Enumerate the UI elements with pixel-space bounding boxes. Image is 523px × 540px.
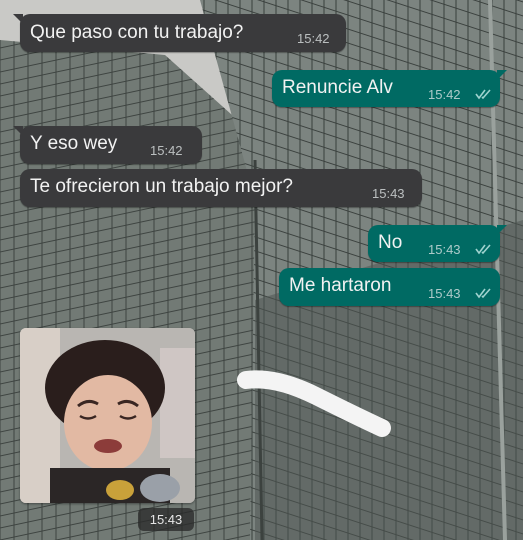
message-time: 15:43 — [372, 186, 405, 201]
message-text: No — [378, 232, 403, 253]
message-text: Te ofrecieron un trabajo mejor? — [30, 176, 293, 197]
double-check-icon — [475, 89, 491, 100]
double-check-icon — [475, 288, 491, 299]
message-time: 15:42 — [297, 31, 330, 46]
message-bubble-incoming[interactable]: Que paso con tu trabajo? 15:42 — [13, 14, 346, 52]
message-time: 15:42 — [150, 143, 183, 158]
image-message-time: 15:43 — [138, 508, 194, 531]
message-text: Y eso wey — [30, 133, 118, 154]
message-bubble-outgoing[interactable]: No 15:43 — [368, 225, 507, 262]
message-bubble-outgoing[interactable]: Renuncie Alv 15:42 — [272, 70, 507, 107]
white-scribble — [237, 370, 391, 437]
crying-child-image — [20, 328, 195, 503]
image-message-crying-child-photo[interactable] — [20, 328, 195, 503]
message-bubble-incoming[interactable]: Y eso wey 15:42 — [13, 126, 202, 164]
message-time: 15:43 — [428, 242, 461, 257]
message-time: 15:42 — [428, 87, 461, 102]
message-text: Que paso con tu trabajo? — [30, 22, 244, 43]
message-text: Me hartaron — [289, 275, 392, 296]
double-check-icon — [475, 244, 491, 255]
message-text: Renuncie Alv — [282, 77, 393, 98]
message-bubble-incoming[interactable]: Te ofrecieron un trabajo mejor? 15:43 — [20, 169, 422, 207]
message-bubble-outgoing[interactable]: Me hartaron 15:43 — [279, 268, 500, 306]
message-time: 15:43 — [428, 286, 461, 301]
